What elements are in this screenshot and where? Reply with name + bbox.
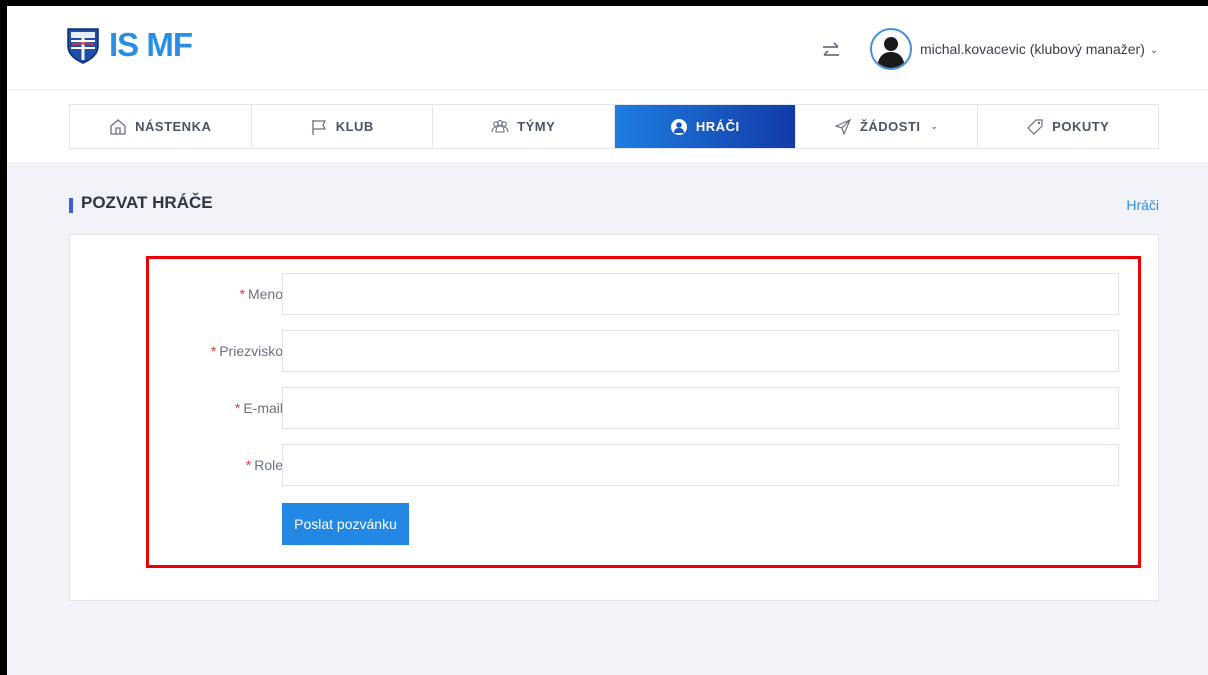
role-input[interactable]: [282, 444, 1119, 486]
send-invitation-button[interactable]: Poslat pozvánku: [282, 503, 409, 545]
email-input[interactable]: [282, 387, 1119, 429]
first-name-input[interactable]: [282, 273, 1119, 315]
required-mark: *: [210, 343, 217, 359]
flag-icon: [312, 119, 326, 135]
form-row-priezvisko: * Priezvisko: [149, 330, 1138, 372]
main-content: POZVAT HRÁČE Hráči * Meno * Priezvisko * E-…: [7, 165, 1208, 675]
nav-item-hraci[interactable]: HRÁČI: [614, 105, 796, 148]
nav-label: NÁSTENKA: [135, 119, 212, 134]
app-window: IS MF michal.kovacevic (klubový manažer)…: [7, 6, 1208, 675]
main-nav: NÁSTENKA KLUB TÝMY HRÁČI ŽÁDOSTI ⌄ POKUT…: [69, 104, 1159, 149]
field-label: * Meno: [239, 286, 283, 302]
user-menu[interactable]: michal.kovacevic (klubový manažer) ⌄: [920, 41, 1158, 57]
form-row-meno: * Meno: [149, 273, 1138, 315]
user-silhouette-icon: [877, 37, 905, 68]
field-label: * E-mail: [234, 400, 283, 416]
breadcrumb-link-hraci[interactable]: Hráči: [1126, 197, 1159, 213]
tag-icon: [1027, 118, 1043, 135]
nav-label: ŽÁDOSTI: [859, 119, 921, 134]
chevron-down-icon: ⌄: [1149, 45, 1159, 56]
form-row-role: * Role: [149, 444, 1138, 486]
nav-label: KLUB: [335, 119, 374, 134]
home-icon: [110, 118, 126, 135]
app-title: IS MF: [109, 26, 193, 63]
team-icon: [491, 119, 509, 133]
shield-logo-icon: [67, 28, 99, 64]
required-mark: *: [239, 286, 245, 302]
logo[interactable]: IS MF: [65, 26, 193, 64]
user-name-label: michal.kovacevic (klubový manažer): [920, 41, 1145, 57]
invite-form-card: * Meno * Priezvisko * E-mail * Role Poslat p…: [69, 234, 1159, 601]
nav-item-pokuty[interactable]: POKUTY: [978, 105, 1159, 148]
nav-item-nastenka[interactable]: NÁSTENKA: [70, 105, 252, 148]
nav-item-zadosti[interactable]: ŽÁDOSTI ⌄: [796, 105, 978, 148]
form-row-email: * E-mail: [149, 387, 1138, 429]
avatar[interactable]: [870, 28, 912, 70]
nav-item-tymy[interactable]: TÝMY: [433, 105, 615, 148]
swap-icon[interactable]: [821, 42, 841, 60]
send-icon: [834, 118, 852, 136]
nav-area: NÁSTENKA KLUB TÝMY HRÁČI ŽÁDOSTI ⌄ POKUT…: [7, 91, 1208, 164]
top-header: IS MF michal.kovacevic (klubový manažer)…: [7, 6, 1208, 90]
last-name-input[interactable]: [282, 330, 1119, 372]
nav-label: TÝMY: [517, 119, 556, 134]
nav-label: HRÁČI: [695, 119, 740, 134]
field-label: * Role: [245, 457, 283, 473]
field-label: * Priezvisko: [210, 343, 283, 359]
title-accent-bar: [69, 198, 73, 213]
player-icon: [670, 118, 687, 135]
highlight-box: * Meno * Priezvisko * E-mail * Role Poslat p…: [146, 256, 1141, 568]
page-title: POZVAT HRÁČE: [81, 193, 213, 212]
nav-item-klub[interactable]: KLUB: [252, 105, 433, 148]
chevron-down-icon: ⌄: [930, 121, 939, 131]
nav-label: POKUTY: [1052, 119, 1110, 134]
required-mark: *: [245, 457, 252, 473]
required-mark: *: [234, 400, 241, 416]
